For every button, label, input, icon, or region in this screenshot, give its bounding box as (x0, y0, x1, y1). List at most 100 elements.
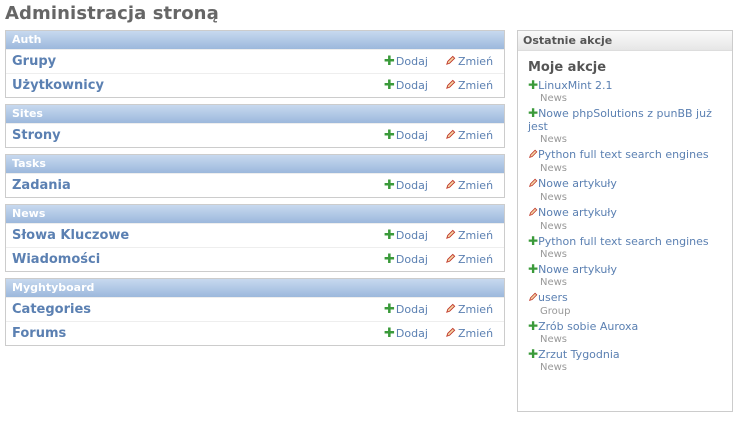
recent-action-type: News (540, 334, 568, 345)
add-label: Dodaj (395, 55, 428, 68)
change-label: Zmień (458, 327, 494, 340)
model-link-categories[interactable]: Categories (12, 298, 91, 321)
add-label: Dodaj (395, 129, 428, 142)
plus-icon: ✚ (528, 262, 539, 276)
table-row: Słowa Kluczowe ✚Dodaj Zmień (6, 223, 504, 247)
model-link-forums[interactable]: Forums (12, 322, 66, 345)
recent-action-link[interactable]: ✚Zrzut Tygodnia (528, 347, 732, 362)
table-row: Zadania ✚Dodaj Zmień (6, 173, 504, 197)
module-caption: Tasks (6, 155, 504, 173)
recent-action-link[interactable]: ✚Nowe phpSolutions z punBB już jest (528, 107, 732, 134)
recent-action-link[interactable]: Nowe artykuły (528, 177, 732, 191)
add-button[interactable]: ✚Dodaj (384, 322, 428, 345)
list-item: ✚Zrzut Tygodnia News (528, 348, 732, 374)
model-link-grupy[interactable]: Grupy (12, 50, 56, 73)
plus-icon: ✚ (528, 78, 539, 92)
recent-actions-caption: Ostatnie akcje (518, 31, 732, 51)
recent-action-type: News (540, 277, 568, 288)
change-button[interactable]: Zmień (445, 174, 493, 197)
add-button[interactable]: ✚Dodaj (384, 248, 428, 271)
change-button[interactable]: Zmień (445, 74, 493, 97)
add-label: Dodaj (395, 253, 428, 266)
recent-action-text: Python full text search engines (538, 235, 709, 248)
plus-icon: ✚ (384, 178, 395, 193)
pencil-icon (528, 178, 538, 191)
change-button[interactable]: Zmień (445, 124, 493, 147)
table-row: Strony ✚Dodaj Zmień (6, 123, 504, 147)
recent-action-text: Python full text search engines (538, 148, 709, 161)
table-row: Wiadomości ✚Dodaj Zmień (6, 247, 504, 271)
recent-action-text: Nowe artykuły (538, 177, 617, 190)
recent-action-link[interactable]: Python full text search engines (528, 148, 732, 162)
module-myghtyboard: Myghtyboard Categories ✚Dodaj Zmień Foru… (5, 278, 505, 346)
list-item: users Group (528, 291, 732, 318)
add-button[interactable]: ✚Dodaj (384, 224, 428, 247)
plus-icon: ✚ (384, 228, 395, 243)
list-item: ✚Python full text search engines News (528, 235, 732, 261)
list-item: Nowe artykuły News (528, 206, 732, 233)
recent-action-type: News (540, 221, 568, 232)
model-link-slowa-kluczowe[interactable]: Słowa Kluczowe (12, 224, 129, 247)
change-label: Zmień (458, 179, 494, 192)
plus-icon: ✚ (528, 319, 539, 333)
recent-actions-list: ✚LinuxMint 2.1 News ✚Nowe phpSolutions z p… (518, 79, 732, 374)
add-button[interactable]: ✚Dodaj (384, 174, 428, 197)
module-sites: Sites Strony ✚Dodaj Zmień (5, 104, 505, 148)
recent-action-link[interactable]: ✚Nowe artykuły (528, 262, 732, 277)
recent-action-link[interactable]: ✚Zrób sobie Auroxa (528, 319, 732, 334)
module-tasks: Tasks Zadania ✚Dodaj Zmień (5, 154, 505, 198)
plus-icon: ✚ (528, 234, 539, 248)
pencil-icon (528, 149, 538, 162)
add-label: Dodaj (395, 327, 428, 340)
add-button[interactable]: ✚Dodaj (384, 298, 428, 321)
table-row: Użytkownicy ✚Dodaj Zmień (6, 73, 504, 97)
module-caption: Myghtyboard (6, 279, 504, 297)
change-button[interactable]: Zmień (445, 248, 493, 271)
plus-icon: ✚ (384, 54, 395, 69)
recent-action-link[interactable]: users (528, 291, 732, 305)
plus-icon: ✚ (384, 78, 395, 93)
module-caption: Sites (6, 105, 504, 123)
change-button[interactable]: Zmień (445, 322, 493, 345)
change-label: Zmień (458, 55, 494, 68)
recent-action-text: Nowe artykuły (538, 206, 617, 219)
recent-action-type: Group (540, 306, 571, 317)
recent-action-text: Zrób sobie Auroxa (538, 320, 639, 333)
pencil-icon (446, 79, 456, 89)
module-caption: News (6, 205, 504, 223)
plus-icon: ✚ (384, 326, 395, 341)
recent-action-text: Zrzut Tygodnia (538, 348, 620, 361)
change-label: Zmień (458, 303, 494, 316)
change-button[interactable]: Zmień (445, 224, 493, 247)
recent-action-text: Nowe artykuły (538, 263, 618, 276)
change-button[interactable]: Zmień (445, 50, 493, 73)
recent-action-type: News (540, 362, 568, 373)
change-label: Zmień (458, 229, 494, 242)
add-button[interactable]: ✚Dodaj (384, 124, 428, 147)
model-link-strony[interactable]: Strony (12, 124, 61, 147)
model-link-zadania[interactable]: Zadania (12, 174, 71, 197)
model-link-wiadomosci[interactable]: Wiadomości (12, 248, 100, 271)
module-auth: Auth Grupy ✚Dodaj Zmień Użytkownicy ✚Dod… (5, 30, 505, 98)
recent-action-type: News (540, 249, 568, 260)
pencil-icon (446, 229, 456, 239)
add-button[interactable]: ✚Dodaj (384, 74, 428, 97)
table-row: Forums ✚Dodaj Zmień (6, 321, 504, 345)
recent-action-type: News (540, 163, 568, 174)
list-item: ✚LinuxMint 2.1 News (528, 79, 732, 105)
recent-action-link[interactable]: ✚Python full text search engines (528, 234, 732, 249)
table-row: Categories ✚Dodaj Zmień (6, 297, 504, 321)
pencil-icon (528, 207, 538, 220)
add-button[interactable]: ✚Dodaj (384, 50, 428, 73)
page-title: Administracja stroną (5, 3, 219, 24)
plus-icon: ✚ (528, 347, 539, 361)
recent-action-link[interactable]: Nowe artykuły (528, 206, 732, 220)
change-button[interactable]: Zmień (445, 298, 493, 321)
pencil-icon (446, 129, 456, 139)
recent-action-link[interactable]: ✚LinuxMint 2.1 (528, 78, 732, 93)
change-label: Zmień (458, 253, 494, 266)
recent-action-text: Nowe phpSolutions z punBB już jest (528, 107, 712, 133)
model-link-uzytkownicy[interactable]: Użytkownicy (12, 74, 104, 97)
recent-action-text: LinuxMint 2.1 (538, 79, 613, 92)
recent-action-type: News (540, 93, 568, 104)
